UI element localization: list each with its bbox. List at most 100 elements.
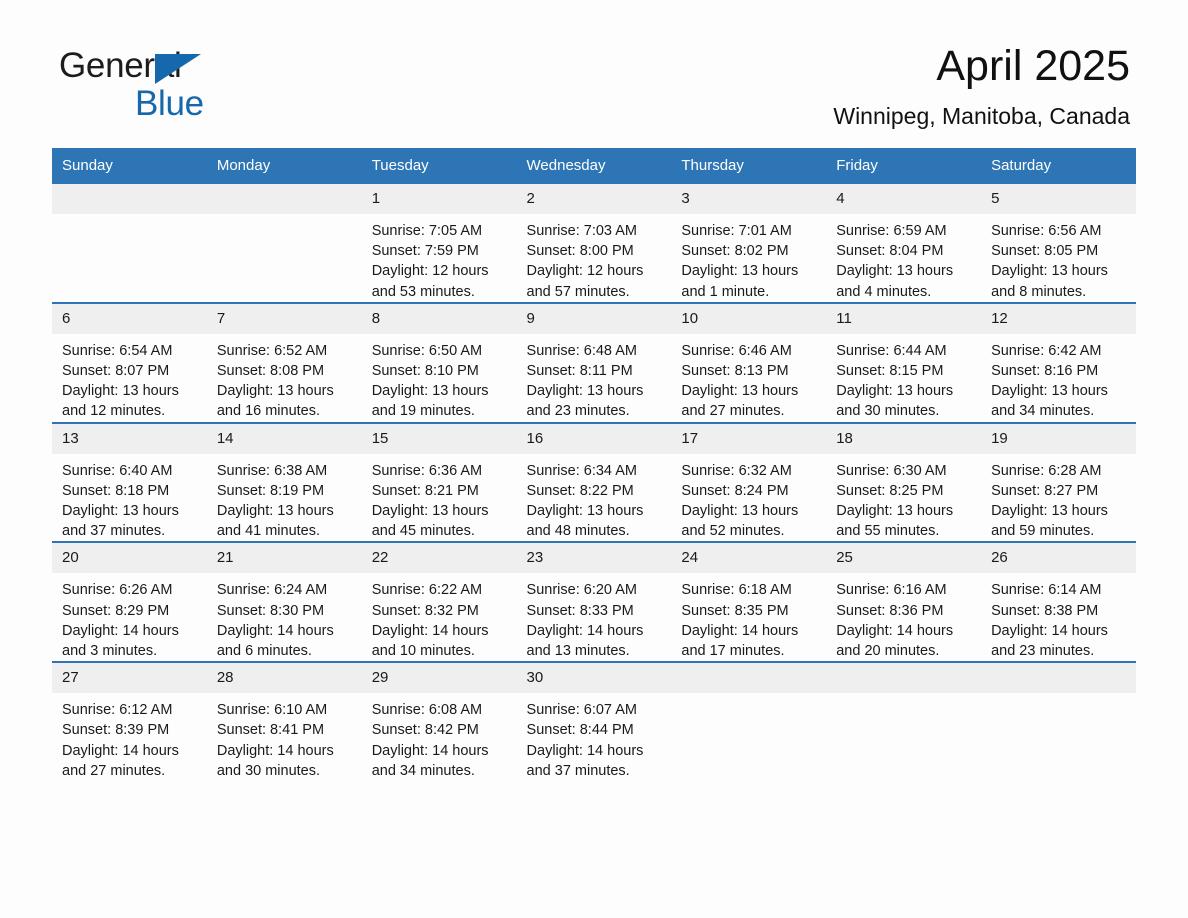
calendar-day-cell[interactable]: 6 Sunrise: 6:54 AM Sunset: 8:07 PM Daylight…	[52, 301, 207, 423]
day-details: Sunrise: 6:30 AM Sunset: 8:25 PM Daylight:…	[826, 454, 981, 542]
calendar-day-cell[interactable]: 3 Sunrise: 7:01 AM Sunset: 8:02 PM Daylight…	[671, 184, 827, 303]
daylight-text-line1: Daylight: 13 hours	[62, 383, 179, 400]
daylight-text-line2: and 8 minutes.	[991, 283, 1087, 300]
daylight-text-line2: and 16 minutes.	[216, 403, 321, 420]
day-number: 28	[206, 663, 362, 694]
calendar-day-cell[interactable]: 15 Sunrise: 6:36 AM Sunset: 8:21 PM Dayligh…	[361, 421, 517, 543]
day-details: Sunrise: 7:01 AM Sunset: 8:02 PM Daylight:…	[671, 214, 826, 302]
day-cell: 17 Sunrise: 6:32 AM Sunset: 8:24 PM Dayligh…	[671, 423, 827, 542]
day-number: 14	[206, 423, 362, 454]
sunrise-text: Sunrise: 6:24 AM	[216, 582, 328, 599]
daylight-text-line2: and 12 minutes.	[62, 403, 166, 420]
day-details: Sunrise: 6:12 AM Sunset: 8:39 PM Daylight:…	[52, 693, 207, 781]
calendar-day-cell[interactable]: 11 Sunrise: 6:44 AM Sunset: 8:15 PM Dayligh…	[826, 301, 982, 423]
daylight-text-line1: Daylight: 13 hours	[836, 503, 954, 520]
day-details: Sunrise: 6:18 AM Sunset: 8:35 PM Daylight:…	[671, 573, 826, 661]
day-details: Sunrise: 6:50 AM Sunset: 8:10 PM Daylight:…	[362, 334, 517, 422]
calendar-day-cell[interactable]	[206, 184, 362, 303]
calendar-day-cell[interactable]	[826, 661, 982, 782]
daylight-text-line1: Daylight: 14 hours	[836, 622, 954, 639]
calendar-day-cell[interactable]: 20 Sunrise: 6:26 AM Sunset: 8:29 PM Dayligh…	[52, 541, 207, 663]
calendar-day-cell[interactable]: 19 Sunrise: 6:28 AM Sunset: 8:27 PM Dayligh…	[981, 421, 1136, 543]
calendar-day-cell[interactable]: 4 Sunrise: 6:59 AM Sunset: 8:04 PM Daylight…	[826, 184, 982, 303]
day-cell-empty	[52, 184, 207, 302]
calendar-day-cell[interactable]	[671, 661, 827, 782]
day-cell: 24 Sunrise: 6:18 AM Sunset: 8:35 PM Dayligh…	[671, 543, 827, 661]
calendar-day-cell[interactable]	[52, 184, 207, 303]
daylight-text-line1: Daylight: 13 hours	[371, 503, 489, 520]
calendar-day-cell[interactable]: 9 Sunrise: 6:48 AM Sunset: 8:11 PM Daylight…	[516, 301, 672, 423]
calendar-day-cell[interactable]: 18 Sunrise: 6:30 AM Sunset: 8:25 PM Dayligh…	[826, 421, 982, 543]
calendar-day-cell[interactable]: 8 Sunrise: 6:50 AM Sunset: 8:10 PM Daylight…	[361, 301, 517, 423]
day-details: Sunrise: 6:22 AM Sunset: 8:32 PM Daylight:…	[362, 573, 517, 661]
daylight-text-line2: and 53 minutes.	[371, 283, 475, 300]
calendar-day-cell[interactable]: 5 Sunrise: 6:56 AM Sunset: 8:05 PM Daylight…	[981, 184, 1136, 303]
day-details: Sunrise: 6:46 AM Sunset: 8:13 PM Daylight:…	[671, 334, 826, 422]
calendar-day-cell[interactable]: 29 Sunrise: 6:08 AM Sunset: 8:42 PM Dayligh…	[361, 661, 517, 782]
daylight-text-line1: Daylight: 13 hours	[681, 383, 799, 400]
sunset-text: Sunset: 8:15 PM	[836, 363, 944, 380]
calendar-day-cell[interactable]: 21 Sunrise: 6:24 AM Sunset: 8:30 PM Dayligh…	[206, 541, 362, 663]
day-details: Sunrise: 6:59 AM Sunset: 8:04 PM Daylight:…	[826, 214, 981, 302]
day-cell: 22 Sunrise: 6:22 AM Sunset: 8:32 PM Dayligh…	[361, 543, 517, 661]
day-number	[981, 663, 1136, 694]
daylight-text-line2: and 23 minutes.	[991, 643, 1095, 660]
calendar-day-cell[interactable]: 14 Sunrise: 6:38 AM Sunset: 8:19 PM Dayligh…	[206, 421, 362, 543]
day-number	[671, 663, 827, 694]
day-number: 9	[516, 303, 672, 334]
day-number: 5	[981, 184, 1136, 214]
calendar-day-cell[interactable]: 2 Sunrise: 7:03 AM Sunset: 8:00 PM Daylight…	[516, 184, 672, 303]
daylight-text-line2: and 27 minutes.	[681, 403, 785, 420]
daylight-text-line1: Daylight: 13 hours	[681, 263, 799, 280]
calendar-day-cell[interactable]: 13 Sunrise: 6:40 AM Sunset: 8:18 PM Dayligh…	[52, 421, 207, 543]
day-number: 15	[361, 423, 517, 454]
calendar-day-cell[interactable]: 27 Sunrise: 6:12 AM Sunset: 8:39 PM Dayligh…	[52, 661, 207, 782]
weekday-header-friday: Friday	[826, 148, 982, 184]
day-number: 25	[826, 543, 982, 574]
calendar-day-cell[interactable]: 10 Sunrise: 6:46 AM Sunset: 8:13 PM Dayligh…	[671, 301, 827, 423]
calendar-day-cell[interactable]: 26 Sunrise: 6:14 AM Sunset: 8:38 PM Dayligh…	[981, 541, 1136, 663]
calendar-day-cell[interactable]: 12 Sunrise: 6:42 AM Sunset: 8:16 PM Dayligh…	[981, 301, 1136, 423]
day-number: 26	[981, 543, 1136, 574]
daylight-text-line2: and 27 minutes.	[62, 762, 166, 779]
calendar-day-cell[interactable]: 1 Sunrise: 7:05 AM Sunset: 7:59 PM Daylight…	[361, 184, 517, 303]
sunset-text: Sunset: 8:24 PM	[681, 482, 789, 499]
calendar-day-cell[interactable]: 22 Sunrise: 6:22 AM Sunset: 8:32 PM Dayligh…	[361, 541, 517, 663]
day-cell: 26 Sunrise: 6:14 AM Sunset: 8:38 PM Dayligh…	[981, 543, 1136, 661]
calendar-day-cell[interactable]: 17 Sunrise: 6:32 AM Sunset: 8:24 PM Dayligh…	[671, 421, 827, 543]
sunset-text: Sunset: 8:05 PM	[991, 243, 1099, 260]
day-details: Sunrise: 6:56 AM Sunset: 8:05 PM Daylight:…	[981, 214, 1136, 302]
weekday-header-sunday: Sunday	[52, 148, 207, 184]
day-cell: 11 Sunrise: 6:44 AM Sunset: 8:15 PM Dayligh…	[826, 303, 982, 422]
logo-triangle-icon	[155, 54, 201, 84]
calendar-day-cell[interactable]: 16 Sunrise: 6:34 AM Sunset: 8:22 PM Dayligh…	[516, 421, 672, 543]
calendar-day-cell[interactable]: 24 Sunrise: 6:18 AM Sunset: 8:35 PM Dayligh…	[671, 541, 827, 663]
sunrise-text: Sunrise: 6:12 AM	[62, 702, 173, 719]
calendar-day-cell[interactable]: 23 Sunrise: 6:20 AM Sunset: 8:33 PM Dayligh…	[516, 541, 672, 663]
sunrise-text: Sunrise: 6:08 AM	[371, 702, 483, 719]
day-cell: 12 Sunrise: 6:42 AM Sunset: 8:16 PM Dayligh…	[981, 303, 1136, 422]
sunset-text: Sunset: 8:04 PM	[836, 243, 944, 260]
day-details: Sunrise: 6:38 AM Sunset: 8:19 PM Daylight:…	[207, 454, 362, 542]
day-details: Sunrise: 6:07 AM Sunset: 8:44 PM Daylight:…	[517, 693, 672, 781]
calendar-day-cell[interactable]: 30 Sunrise: 6:07 AM Sunset: 8:44 PM Dayligh…	[516, 661, 672, 782]
daylight-text-line2: and 13 minutes.	[526, 643, 630, 660]
calendar-day-cell[interactable]: 25 Sunrise: 6:16 AM Sunset: 8:36 PM Dayligh…	[826, 541, 982, 663]
day-number: 27	[52, 663, 207, 694]
sunrise-text: Sunrise: 6:32 AM	[681, 462, 792, 479]
daylight-text-line2: and 37 minutes.	[526, 762, 630, 779]
calendar-week-row: 20 Sunrise: 6:26 AM Sunset: 8:29 PM Dayligh…	[52, 541, 1136, 663]
day-details: Sunrise: 6:42 AM Sunset: 8:16 PM Daylight:…	[981, 334, 1136, 422]
daylight-text-line2: and 17 minutes.	[681, 643, 785, 660]
calendar-day-cell[interactable]: 28 Sunrise: 6:10 AM Sunset: 8:41 PM Dayligh…	[206, 661, 362, 782]
calendar-week-row: 6 Sunrise: 6:54 AM Sunset: 8:07 PM Daylight…	[52, 301, 1136, 423]
calendar-day-cell[interactable]	[981, 661, 1136, 782]
daylight-text-line1: Daylight: 13 hours	[681, 503, 799, 520]
day-details: Sunrise: 7:05 AM Sunset: 7:59 PM Daylight:…	[362, 214, 517, 302]
logo-text-blue: Blue	[135, 84, 204, 123]
daylight-text-line1: Daylight: 14 hours	[216, 742, 334, 759]
calendar-day-cell[interactable]: 7 Sunrise: 6:52 AM Sunset: 8:08 PM Daylight…	[206, 301, 362, 423]
sunrise-text: Sunrise: 6:22 AM	[371, 582, 483, 599]
day-number: 19	[981, 423, 1136, 454]
daylight-text-line2: and 41 minutes.	[216, 523, 321, 540]
